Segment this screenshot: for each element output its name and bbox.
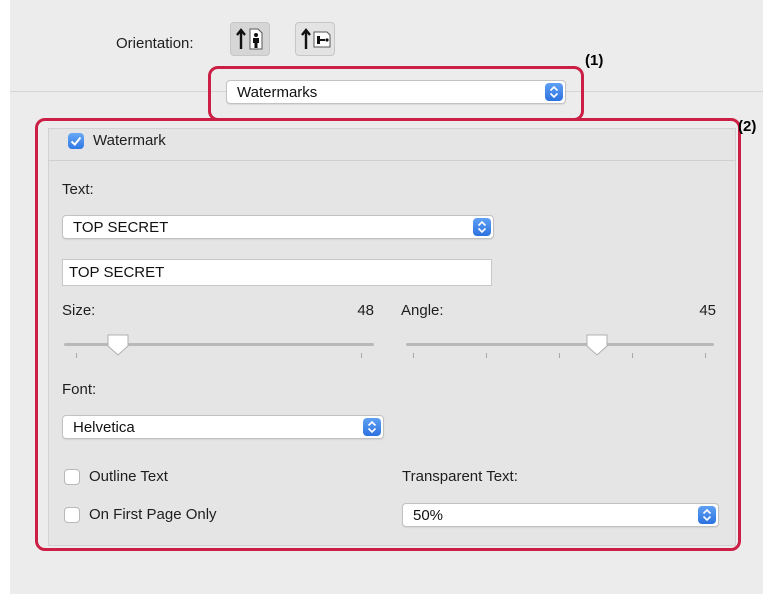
callout-1-label: (1): [585, 52, 604, 69]
callout-2-label: (2): [738, 118, 757, 135]
portrait-orientation-button[interactable]: [230, 22, 270, 56]
print-dialog: Orientation: Watermarks (1) Watermark Te…: [10, 0, 763, 594]
callout-2-frame: [35, 118, 741, 551]
callout-1-frame: [208, 66, 584, 121]
landscape-icon: [301, 28, 331, 49]
orientation-label: Orientation:: [116, 35, 194, 52]
portrait-icon: [236, 28, 263, 50]
landscape-orientation-button[interactable]: [295, 22, 335, 56]
